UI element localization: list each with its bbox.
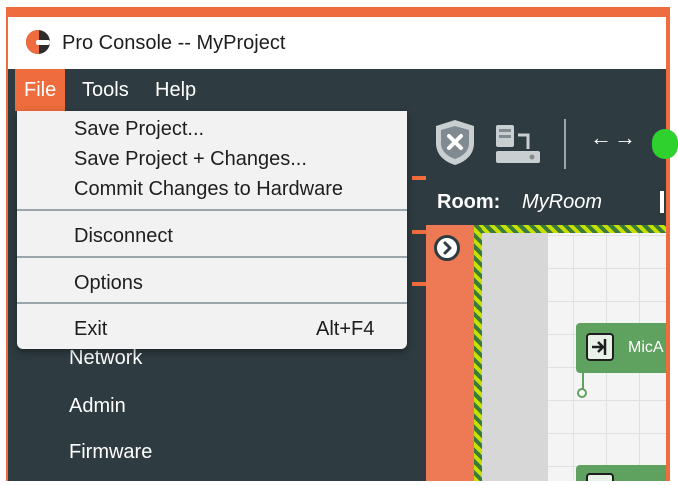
menu-separator (17, 302, 407, 304)
arrows-icon[interactable]: ←→ (590, 125, 638, 151)
shield-x-icon[interactable] (432, 117, 478, 172)
mic-node[interactable]: MicA (576, 323, 666, 373)
room-name: MyRoom (522, 191, 603, 213)
sidebar-item-firmware[interactable]: Firmware (69, 441, 152, 464)
menu-tools[interactable]: Tools (73, 69, 138, 111)
node-label: MicA (628, 339, 664, 356)
canvas-column (482, 233, 548, 481)
menu-item-disconnect[interactable]: Disconnect (74, 225, 173, 248)
input-node-icon (586, 473, 614, 481)
menu-item-exit[interactable]: Exit (74, 318, 107, 341)
file-menu-dropdown: Save Project... Save Project + Changes..… (17, 111, 407, 349)
logo-icon (26, 30, 50, 54)
menu-separator (17, 209, 407, 211)
hardware-sync-icon[interactable] (494, 123, 542, 174)
node-port[interactable] (577, 388, 587, 398)
toolbar-separator (564, 119, 566, 169)
menu-item-save-project-changes[interactable]: Save Project + Changes... (74, 148, 307, 171)
node-connector (582, 373, 584, 389)
menu-item-commit-changes[interactable]: Commit Changes to Hardware (74, 178, 343, 201)
room-bar: Room: MyRoom (426, 181, 666, 225)
chevron-right-icon[interactable] (434, 235, 460, 261)
sidebar-item-network[interactable]: Network (69, 347, 142, 370)
menu-separator (17, 256, 407, 258)
room-boundary-left (474, 225, 482, 481)
room-bar-divider (660, 191, 664, 213)
toolbar: ←→ (426, 111, 678, 181)
menu-file[interactable]: File (15, 69, 66, 111)
input-node-icon (586, 333, 614, 361)
menu-bar: File Tools Help (8, 69, 666, 111)
menu-item-options[interactable]: Options (74, 272, 143, 295)
menu-item-save-project[interactable]: Save Project... (74, 118, 204, 141)
menu-shortcut-exit: Alt+F4 (316, 318, 375, 340)
menu-help[interactable]: Help (146, 69, 205, 111)
status-indicator-icon[interactable] (652, 129, 678, 159)
sidebar-item-admin[interactable]: Admin (69, 395, 126, 418)
window-title: Pro Console -- MyProject (62, 32, 286, 54)
canvas-node[interactable] (576, 465, 666, 481)
room-boundary-top (474, 225, 666, 233)
room-label: Room: (437, 191, 501, 213)
panel-toggle-strip (426, 225, 474, 481)
title-bar: Pro Console -- MyProject (8, 17, 666, 69)
